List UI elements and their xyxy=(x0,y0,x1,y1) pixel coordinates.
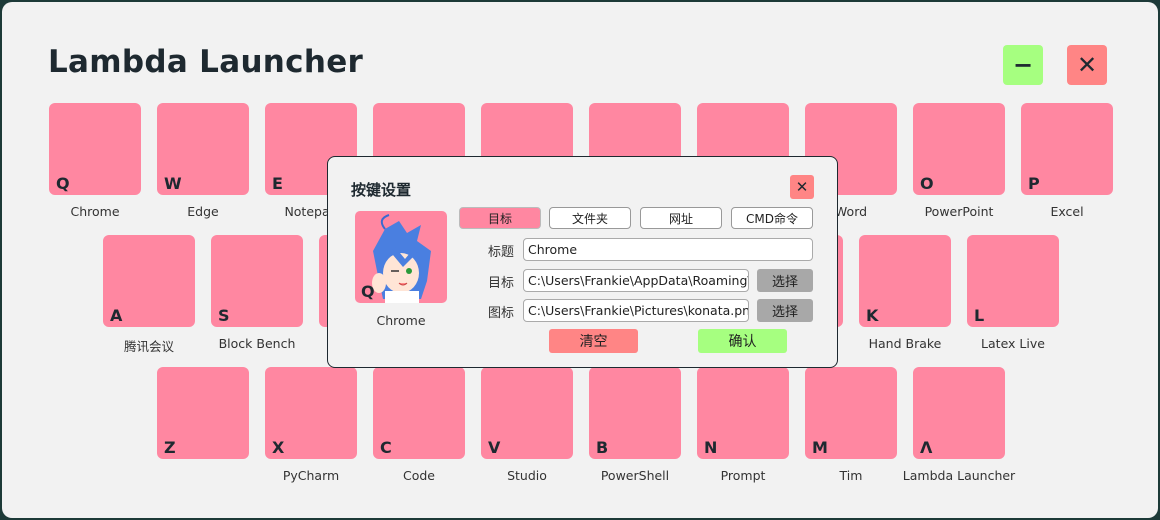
key-icon-preview[interactable]: Q xyxy=(355,211,447,303)
key-label: PyCharm xyxy=(282,468,340,483)
key-label: Studio xyxy=(507,468,547,483)
app-title: Lambda Launcher xyxy=(48,44,364,80)
title-input[interactable]: Chrome xyxy=(523,238,813,261)
key-letter: B xyxy=(596,438,609,457)
minimize-button[interactable]: − xyxy=(1003,45,1043,85)
key-label: Edge xyxy=(187,204,219,219)
key-button[interactable]: M xyxy=(805,367,897,459)
key-letter: P xyxy=(1028,174,1040,193)
key-button[interactable]: V xyxy=(481,367,573,459)
dialog-title: 按键设置 xyxy=(351,181,412,199)
key-label: Tim xyxy=(839,468,863,483)
tab-target[interactable]: 目标 xyxy=(459,207,541,229)
key-letter: M xyxy=(812,438,828,457)
key-label: 腾讯会议 xyxy=(123,339,174,354)
key-label: Lambda Launcher xyxy=(902,468,1016,483)
tab-folder[interactable]: 文件夹 xyxy=(549,207,631,229)
dialog-close-button[interactable]: ✕ xyxy=(790,175,814,199)
key-button[interactable]: A xyxy=(103,235,195,327)
key-label: PowerShell xyxy=(600,468,670,483)
key-label: Hand Brake xyxy=(868,336,942,351)
icon-path-input[interactable]: C:\Users\Frankie\Pictures\konata.png xyxy=(523,299,749,322)
key-button[interactable]: Z xyxy=(157,367,249,459)
key-button[interactable]: P xyxy=(1021,103,1113,195)
key-button[interactable]: O xyxy=(913,103,1005,195)
key-label: PowerPoint xyxy=(924,204,994,219)
key-button[interactable]: Q xyxy=(49,103,141,195)
key-label: Excel xyxy=(1050,204,1084,219)
key-letter: C xyxy=(380,438,392,457)
key-button[interactable]: K xyxy=(859,235,951,327)
key-label: Chrome xyxy=(70,204,120,219)
key-letter: V xyxy=(488,438,501,457)
choose-icon-button[interactable]: 选择 xyxy=(757,299,813,322)
close-icon: ✕ xyxy=(1076,51,1098,79)
minus-icon: − xyxy=(1012,51,1034,79)
key-button[interactable]: L xyxy=(967,235,1059,327)
choose-target-button[interactable]: 选择 xyxy=(757,269,813,292)
key-button[interactable]: Λ xyxy=(913,367,1005,459)
key-label: Prompt xyxy=(720,468,766,483)
target-label: 目标 xyxy=(488,276,515,291)
title-label: 标题 xyxy=(488,245,515,260)
key-letter: A xyxy=(110,306,123,325)
key-name: Chrome xyxy=(376,313,426,328)
key-button[interactable]: N xyxy=(697,367,789,459)
key-letter: S xyxy=(218,306,230,325)
tab-url[interactable]: 网址 xyxy=(640,207,722,229)
key-letter: E xyxy=(272,174,283,193)
key-letter: K xyxy=(866,306,879,325)
key-button[interactable]: W xyxy=(157,103,249,195)
confirm-button[interactable]: 确认 xyxy=(698,329,787,353)
launcher-window: Lambda Launcher − ✕ Q Chrome W Edge E Notepad… xyxy=(2,2,1158,518)
key-label: Code xyxy=(402,468,435,483)
key-button[interactable]: S xyxy=(211,235,303,327)
key-letter: Q xyxy=(56,174,70,193)
key-settings-dialog: 按键设置 ✕ Q Chrome 目标 文件夹 网址 CMD命令 标题 Chrom… xyxy=(327,156,838,368)
key-button[interactable]: X xyxy=(265,367,357,459)
key-button[interactable]: B xyxy=(589,367,681,459)
key-button[interactable]: C xyxy=(373,367,465,459)
close-icon: ✕ xyxy=(795,178,809,196)
key-letter: Λ xyxy=(920,438,933,457)
key-letter: Q xyxy=(361,282,375,301)
clear-button[interactable]: 清空 xyxy=(549,329,638,353)
key-letter: N xyxy=(704,438,718,457)
target-input[interactable]: C:\Users\Frankie\AppData\Roaming\Microso… xyxy=(523,269,749,292)
key-letter: L xyxy=(974,306,985,325)
key-label: Latex Live xyxy=(981,336,1045,351)
key-letter: X xyxy=(272,438,285,457)
tab-cmd[interactable]: CMD命令 xyxy=(731,207,813,229)
key-letter: O xyxy=(920,174,934,193)
icon-label: 图标 xyxy=(488,306,515,321)
key-letter: W xyxy=(164,174,182,193)
close-button[interactable]: ✕ xyxy=(1067,45,1107,85)
key-letter: Z xyxy=(164,438,176,457)
key-label: Block Bench xyxy=(218,336,296,351)
